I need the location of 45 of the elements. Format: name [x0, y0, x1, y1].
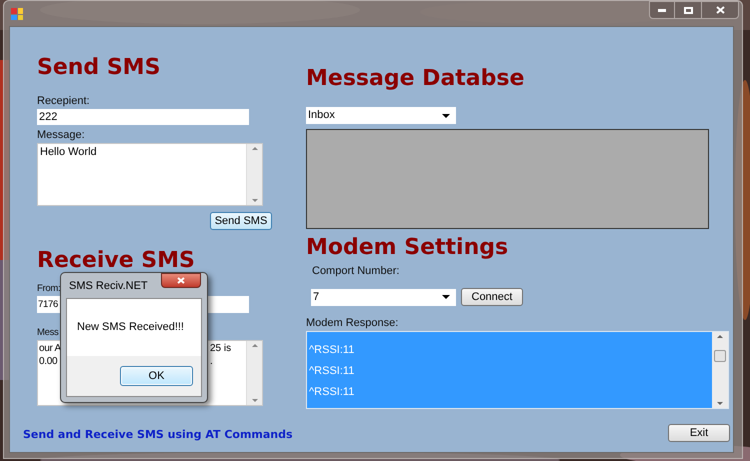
scroll-down-icon[interactable] — [252, 399, 258, 402]
dropdown-arrow-icon — [442, 114, 450, 118]
text-fragment: 0.00 — [38, 355, 58, 368]
message-grid[interactable] — [306, 129, 709, 229]
field-label: Mess — [37, 326, 58, 339]
app-icon — [11, 8, 23, 20]
send-sms-button[interactable]: Send SMS — [210, 212, 272, 230]
scroll-up-icon[interactable] — [252, 344, 258, 347]
scroll-down-icon[interactable] — [252, 199, 258, 202]
exit-button[interactable]: Exit — [668, 424, 730, 442]
footer-label: Send and Receive SMS using AT Commands — [23, 426, 293, 442]
scroll-up-icon[interactable] — [252, 147, 258, 150]
minimize-icon — [658, 8, 666, 12]
field-label: Modem Response: — [306, 317, 400, 330]
section-heading: Modem Settings — [306, 235, 510, 261]
minimize-button[interactable] — [649, 1, 675, 19]
scroll-thumb[interactable] — [714, 350, 726, 362]
dialog-title: SMS Reciv.NET — [69, 279, 148, 294]
close-icon — [716, 6, 724, 14]
dropdown-arrow-icon — [442, 295, 450, 299]
scrollbar[interactable] — [246, 341, 262, 405]
section-heading: Receive SMS — [37, 248, 196, 274]
folder-dropdown[interactable]: Inbox — [306, 107, 456, 124]
scrollbar[interactable] — [712, 332, 728, 408]
input-field[interactable]: 222 — [37, 109, 249, 125]
close-icon — [177, 277, 185, 284]
text-fragment: 25 is — [209, 342, 232, 355]
scroll-down-icon[interactable] — [717, 402, 723, 405]
section-heading: Send SMS — [37, 55, 162, 81]
text-fragment: . — [209, 355, 213, 368]
connect-button[interactable]: Connect — [461, 288, 523, 306]
section-heading: Message Databse — [306, 66, 526, 92]
field-label: Message: — [37, 129, 86, 142]
scroll-up-icon[interactable] — [717, 335, 723, 338]
maximize-button[interactable] — [675, 1, 701, 19]
scrollbar[interactable] — [246, 144, 262, 205]
field-label: Recepient: — [37, 95, 91, 108]
field-label: From: — [37, 282, 60, 295]
maximize-icon — [684, 6, 692, 14]
field-label: Comport Number: — [312, 265, 400, 278]
ok-button[interactable]: OK — [120, 366, 193, 386]
dialog-message: New SMS Received!!! — [77, 320, 184, 336]
close-button[interactable] — [161, 273, 201, 288]
text-area[interactable]: Hello World — [37, 143, 263, 206]
comport-dropdown[interactable]: 7 — [311, 288, 456, 306]
